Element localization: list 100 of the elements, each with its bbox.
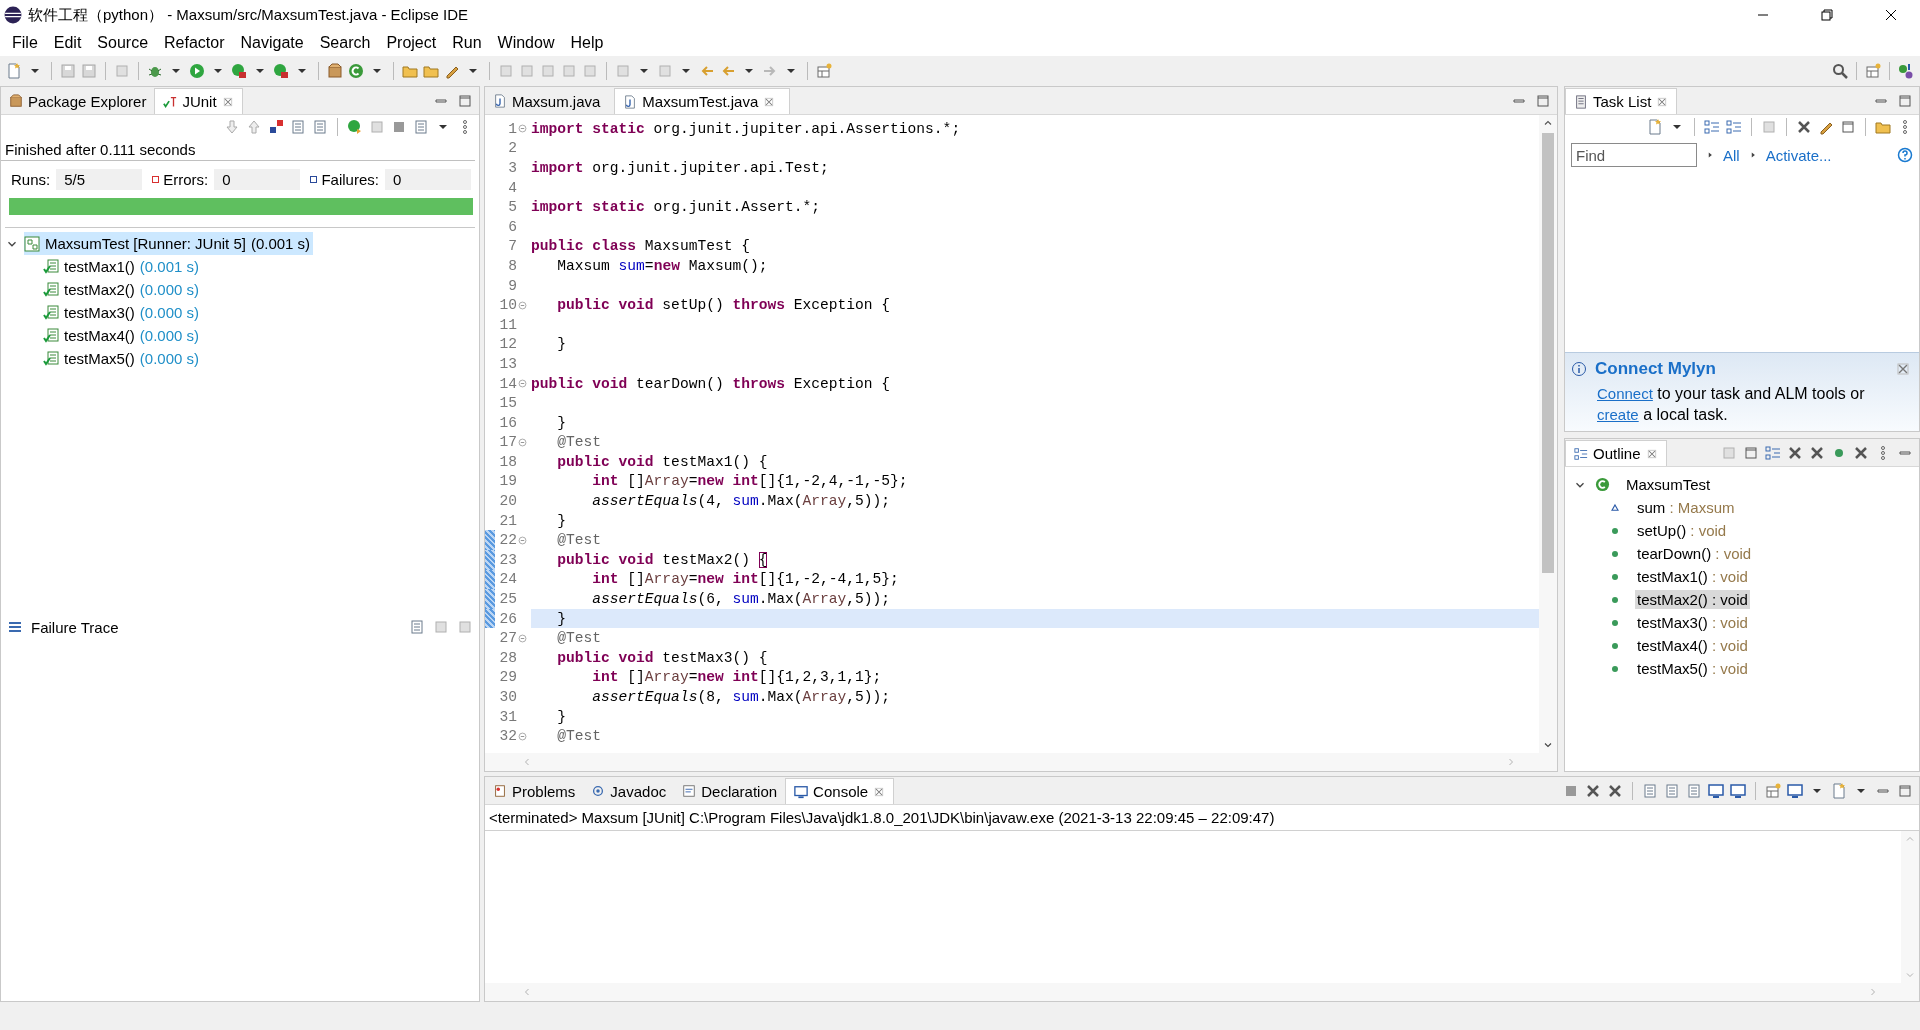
line-number: 19: [498, 473, 517, 490]
find-field[interactable]: Find: [1571, 143, 1697, 167]
line-number: 6: [507, 218, 517, 235]
fold-icon[interactable]: [517, 632, 528, 644]
list-icon: [7, 619, 23, 635]
tree-item[interactable]: MaxsumTest: [1626, 476, 1711, 493]
collapse-all-icon[interactable]: [1840, 119, 1856, 135]
tree-item[interactable]: sum : Maxsum: [1635, 498, 1737, 517]
search-icon[interactable]: [1832, 63, 1848, 79]
view-tab[interactable]: Problems: [485, 778, 584, 804]
show-failures-icon[interactable]: [268, 119, 284, 135]
code-line: @Test: [556, 434, 602, 451]
maximize-icon[interactable]: [457, 93, 473, 109]
code-line: int []Array=new int[]{1,-2,-4,1,5};: [591, 571, 899, 588]
info-icon: [1571, 361, 1587, 377]
menu-item[interactable]: File: [4, 32, 46, 54]
test-passed-icon: [43, 281, 59, 298]
line-number: 16: [498, 414, 517, 431]
banner-link[interactable]: Connect: [1597, 385, 1653, 402]
tree-item[interactable]: testMax1() (0.001 s): [43, 255, 200, 278]
counter-value: 5/5: [56, 169, 143, 190]
maximize-icon[interactable]: [1897, 93, 1913, 109]
view-tab[interactable]: Package Explorer: [1, 88, 155, 114]
java-file-icon: [493, 94, 507, 108]
code-line: assertEquals(8, sum.Max(Array,5));: [591, 689, 891, 705]
fold-icon[interactable]: [517, 730, 528, 742]
line-number: 30: [498, 689, 517, 705]
tree-item[interactable]: testMax4() (0.000 s): [43, 324, 200, 347]
tree-item[interactable]: testMax3() (0.000 s): [43, 301, 200, 324]
menu-item[interactable]: Run: [444, 32, 490, 54]
open-folder-icon[interactable]: [423, 63, 439, 79]
fold-icon[interactable]: [517, 436, 528, 448]
save-icon[interactable]: [60, 63, 76, 79]
menu-item[interactable]: Project: [378, 32, 445, 54]
tree-item[interactable]: testMax2() : void: [1635, 590, 1750, 609]
fold-icon[interactable]: [517, 299, 528, 311]
banner-link[interactable]: create: [1597, 406, 1639, 423]
line-number: 32: [498, 728, 517, 745]
line-number: 27: [498, 630, 517, 647]
rerun-icon[interactable]: [347, 119, 363, 135]
previous-failure-icon[interactable]: [246, 119, 262, 135]
tree-item[interactable]: testMax5() (0.000 s): [43, 347, 200, 370]
line-number: 22: [498, 532, 517, 549]
code-line: import org.junit.jupiter.api.Test;: [531, 160, 829, 176]
tree-item[interactable]: testMax5() : void: [1635, 659, 1750, 678]
menu-item[interactable]: Window: [489, 32, 563, 54]
line-number: 10: [498, 297, 517, 314]
tree-item[interactable]: testMax4() : void: [1635, 636, 1750, 655]
menu-item[interactable]: Refactor: [156, 32, 233, 54]
maximize-icon[interactable]: [1897, 783, 1913, 799]
maximize-icon[interactable]: [1535, 93, 1551, 109]
tree-item[interactable]: setUp() : void: [1635, 521, 1729, 540]
fold-icon[interactable]: [517, 123, 528, 135]
eclipse-logo-icon: [4, 6, 22, 24]
all-link[interactable]: All: [1723, 146, 1740, 164]
junit-icon: [163, 94, 178, 109]
menu-item[interactable]: Help: [562, 32, 612, 54]
help-icon[interactable]: [1897, 147, 1913, 163]
collapse-all-icon[interactable]: [1743, 445, 1759, 461]
menu-item[interactable]: Edit: [45, 32, 90, 54]
activate-link[interactable]: Activate...: [1765, 146, 1832, 164]
next-failure-icon[interactable]: [224, 119, 240, 135]
line-number: 26: [498, 610, 517, 627]
code-line: int []Array=new int[]{1,-2,4,-1,-5};: [591, 473, 908, 490]
tree-item[interactable]: testMax3() : void: [1635, 613, 1750, 632]
view-tab[interactable]: Console: [785, 778, 895, 804]
scrollbar-thumb[interactable]: [1542, 133, 1554, 573]
new-file-icon[interactable]: [6, 63, 22, 79]
line-number: 1: [507, 120, 517, 137]
close-icon[interactable]: [1883, 7, 1899, 23]
code-line: assertEquals(6, sum.Max(Array,5));: [591, 591, 891, 608]
menu-item[interactable]: Source: [89, 32, 157, 54]
save-all-icon[interactable]: [81, 63, 97, 79]
view-tab[interactable]: Task List: [1565, 88, 1678, 114]
view-tab[interactable]: JUnit: [154, 88, 243, 114]
tree-item[interactable]: testMax1() : void: [1635, 567, 1750, 586]
java-perspective-icon[interactable]: [1898, 63, 1914, 79]
run-icon[interactable]: [189, 63, 205, 79]
fold-icon[interactable]: [517, 378, 528, 389]
fold-icon[interactable]: [517, 534, 528, 546]
new-package-icon[interactable]: [327, 63, 343, 79]
tree-item[interactable]: testMax2() (0.000 s): [43, 278, 200, 301]
view-tab[interactable]: Declaration: [674, 778, 786, 804]
error-icon: [152, 176, 160, 183]
stop-icon[interactable]: [391, 119, 407, 135]
editor-tab[interactable]: MaxsumTest.java: [614, 88, 791, 114]
code-line: public void setUp() throws Exception {: [556, 297, 891, 314]
view-tab[interactable]: Outline: [1565, 440, 1667, 466]
new-class-icon[interactable]: [348, 63, 364, 79]
tree-item[interactable]: tearDown() : void: [1635, 544, 1754, 563]
terminate-icon[interactable]: [1563, 783, 1579, 799]
line-number: 31: [498, 708, 517, 725]
line-number: 12: [498, 336, 517, 353]
menu-item[interactable]: Navigate: [232, 32, 312, 54]
menu-item[interactable]: Search: [311, 32, 379, 54]
restore-icon[interactable]: [1819, 7, 1835, 23]
view-tab[interactable]: Javadoc: [583, 778, 675, 804]
code-line: @Test: [556, 630, 602, 647]
tree-item[interactable]: MaxsumTest [Runner: JUnit 5] (0.001 s): [24, 232, 314, 255]
editor-tab[interactable]: Maxsum.java: [485, 88, 615, 114]
